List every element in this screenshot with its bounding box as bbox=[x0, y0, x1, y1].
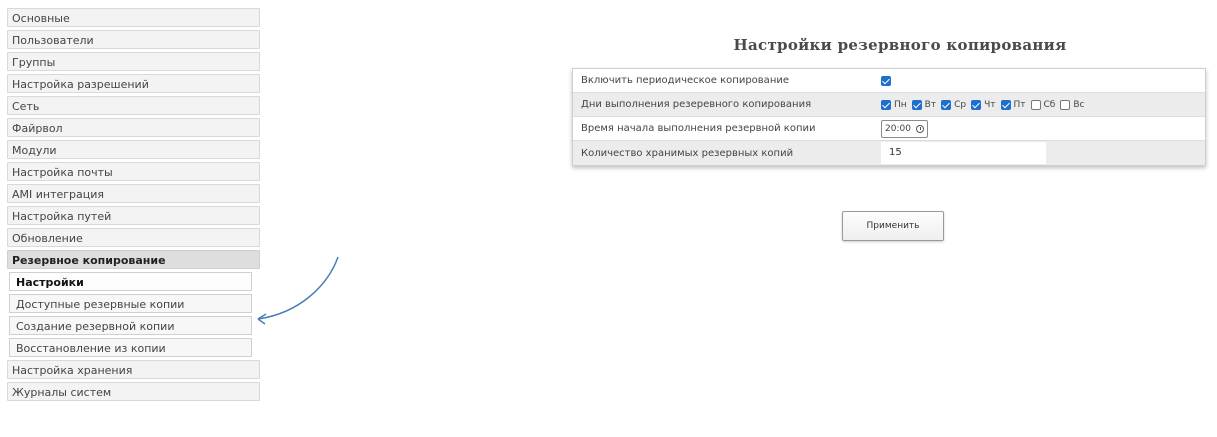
day-wed-checkbox[interactable] bbox=[941, 99, 952, 110]
backup-submenu: Настройки Доступные резервные копии Созд… bbox=[9, 272, 252, 357]
day-fri[interactable]: Пт bbox=[1000, 99, 1026, 110]
sidebar-item-network[interactable]: Сеть bbox=[7, 96, 260, 115]
day-sat[interactable]: Сб bbox=[1030, 99, 1056, 110]
start-time-text: 20:00 bbox=[885, 123, 911, 134]
day-sun-checkbox[interactable] bbox=[1060, 99, 1071, 110]
row-start-time: Время начала выполнения резервной копии … bbox=[573, 117, 1205, 141]
start-time-label: Время начала выполнения резервной копии bbox=[581, 123, 816, 134]
sidebar: Основные Пользователи Группы Настройка р… bbox=[7, 8, 260, 404]
day-sat-label: Сб bbox=[1043, 99, 1056, 110]
day-wed-label: Ср bbox=[954, 99, 967, 110]
sidebar-item-system-logs[interactable]: Журналы систем bbox=[7, 382, 260, 401]
day-mon-label: Пн bbox=[894, 99, 907, 110]
sidebar-item-update[interactable]: Обновление bbox=[7, 228, 260, 247]
sidebar-item-firewall[interactable]: Файрвол bbox=[7, 118, 260, 137]
submenu-item-restore[interactable]: Восстановление из копии bbox=[9, 338, 252, 357]
apply-button[interactable]: Применить bbox=[842, 211, 944, 241]
annotation-arrow bbox=[257, 256, 339, 325]
backup-days-label: Дни выполнения резеревного копирования bbox=[581, 99, 812, 110]
day-tue-checkbox[interactable] bbox=[911, 99, 922, 110]
backup-count-label: Количество хранимых резервных копий bbox=[581, 147, 794, 159]
submenu-item-create-backup[interactable]: Создание резервной копии bbox=[9, 316, 252, 335]
sidebar-item-users[interactable]: Пользователи bbox=[7, 30, 260, 49]
sidebar-item-general[interactable]: Основные bbox=[7, 8, 260, 27]
backup-count-value: 15 bbox=[881, 142, 1205, 164]
sidebar-item-mail[interactable]: Настройка почты bbox=[7, 162, 260, 181]
day-thu-checkbox[interactable] bbox=[971, 99, 982, 110]
submenu-item-available-backups[interactable]: Доступные резервные копии bbox=[9, 294, 252, 313]
day-thu-label: Чт bbox=[984, 99, 996, 110]
day-fri-label: Пт bbox=[1013, 99, 1026, 110]
sidebar-item-groups[interactable]: Группы bbox=[7, 52, 260, 71]
start-time-input[interactable]: 20:00 bbox=[881, 119, 928, 138]
day-sun[interactable]: Вс bbox=[1060, 99, 1085, 110]
sidebar-item-ami[interactable]: AMI интеграция bbox=[7, 184, 260, 203]
day-tue-label: Вт bbox=[924, 99, 937, 110]
backup-count-input[interactable]: 15 bbox=[881, 142, 1046, 164]
sidebar-section-backup[interactable]: Резервное копирование bbox=[7, 250, 260, 269]
enable-periodic-checkbox[interactable] bbox=[881, 75, 891, 86]
backup-days-value: Пн Вт Ср Чт Пт Сб Вс bbox=[881, 99, 1205, 110]
day-tue[interactable]: Вт bbox=[911, 99, 937, 110]
row-enable-periodic: Включить периодическое копирование bbox=[573, 69, 1205, 93]
clock-icon[interactable] bbox=[915, 124, 924, 133]
day-mon[interactable]: Пн bbox=[881, 99, 907, 110]
row-backup-count: Количество хранимых резервных копий 15 bbox=[573, 141, 1205, 165]
day-sat-checkbox[interactable] bbox=[1030, 99, 1041, 110]
sidebar-item-paths[interactable]: Настройка путей bbox=[7, 206, 260, 225]
sidebar-item-permissions[interactable]: Настройка разрешений bbox=[7, 74, 260, 93]
submenu-item-settings[interactable]: Настройки bbox=[9, 272, 252, 291]
day-sun-label: Вс bbox=[1073, 99, 1085, 110]
day-wed[interactable]: Ср bbox=[941, 99, 967, 110]
day-fri-checkbox[interactable] bbox=[1000, 99, 1011, 110]
sidebar-item-modules[interactable]: Модули bbox=[7, 140, 260, 159]
day-mon-checkbox[interactable] bbox=[881, 99, 891, 110]
day-thu[interactable]: Чт bbox=[971, 99, 996, 110]
enable-periodic-value bbox=[881, 75, 1205, 86]
row-backup-days: Дни выполнения резеревного копирования П… bbox=[573, 93, 1205, 117]
page-title: Настройки резервного копирования bbox=[733, 36, 1067, 54]
backup-settings-table: Включить периодическое копирование Дни в… bbox=[572, 68, 1206, 166]
sidebar-item-storage[interactable]: Настройка хранения bbox=[7, 360, 260, 379]
enable-periodic-label: Включить периодическое копирование bbox=[581, 75, 790, 86]
start-time-value: 20:00 bbox=[881, 119, 1205, 138]
